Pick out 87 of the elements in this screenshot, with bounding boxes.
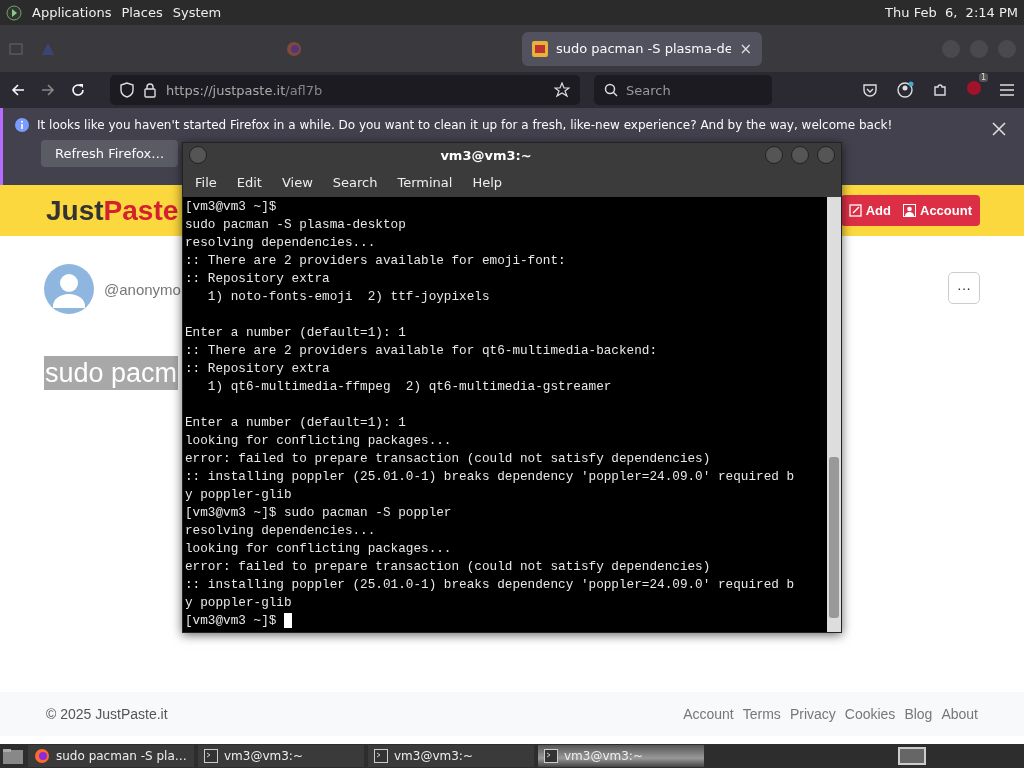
forward-icon[interactable] [40,82,56,98]
add-button[interactable]: Add [848,203,891,218]
app-menu-icon[interactable] [6,4,22,21]
footer-link[interactable]: Account [683,706,734,722]
browser-tab[interactable]: sudo pacman -S plasma-de × [522,31,762,66]
footer-link[interactable]: Blog [904,706,933,722]
author-name[interactable]: @anonymo [104,280,181,298]
terminal-title: vm3@vm3:~ [439,147,533,163]
scrollbar-thumb[interactable] [829,457,839,618]
address-bar[interactable]: https://justpaste.it/afl7b [110,75,580,105]
terminal-line: [vm3@vm3 ~]$ sudo pacman -S poppler [185,505,452,520]
jp-icon [532,40,548,57]
terminal-line: [vm3@vm3 ~]$ [185,613,278,628]
terminal-menu[interactable]: File [185,174,227,190]
window-menu-button[interactable] [189,146,207,164]
terminal-line: :: There are 2 providers available for qt6-multimedia-backend: [185,343,658,358]
terminal-line: resolving dependencies... [185,523,376,538]
footer-link[interactable]: Cookies [844,706,896,722]
search-icon [604,83,618,97]
terminal-line: sudo pacman -S plasma-desktop [185,217,406,232]
terminal-line: resolving dependencies... [185,235,376,250]
minimize-button[interactable] [765,146,783,164]
terminal-cursor [284,613,292,629]
terminal-line: :: installing poppler (25.01.0-1) breaks dependency 'poppler=24.09.0' required b [185,577,795,592]
notification-text: It looks like you haven't started Firefox in a while. Do you want to clean it up for a fresh, like-new experience? And by the way, welcome back! [37,118,893,132]
terminal-line: 1) noto-fonts-emoji 2) ttf-joypixels [206,289,490,304]
close-button[interactable] [817,146,835,164]
terminal-line: looking for conflicting packages... [185,433,452,448]
workspace-switcher[interactable] [898,747,926,765]
panel-menu[interactable]: Places [121,5,163,20]
terminal-line: [vm3@vm3 ~]$ [185,199,277,214]
close-icon[interactable] [992,122,1006,136]
taskbar-item[interactable]: vm3@vm3:~ [368,745,534,767]
lock-icon[interactable] [144,82,156,98]
terminal-line: y poppler-glib [185,595,292,610]
terminal-menu[interactable]: View [271,174,323,190]
terminal-menu[interactable]: Edit [226,174,272,190]
account-button[interactable]: Account [903,203,972,218]
avatar-icon [44,264,94,314]
panel-menu[interactable]: Applications [32,5,112,20]
extension-badge: 1 [978,73,988,82]
maximize-button[interactable] [791,146,809,164]
terminal-line: error: failed to prepare transaction (could not satisfy dependencies) [185,451,711,466]
taskbar-item[interactable]: vm3@vm3:~ [198,745,364,767]
scrollbar[interactable] [827,197,841,632]
pocket-icon[interactable] [862,82,878,98]
firefox-icon [34,748,50,764]
show-desktop-icon[interactable] [2,747,24,765]
terminal-menu[interactable]: Terminal [387,174,463,190]
account-icon[interactable] [896,81,914,99]
reload-icon[interactable] [70,82,86,98]
terminal-line: :: There are 2 providers available for emoji-font: [185,253,566,268]
star-icon[interactable] [554,82,570,98]
menu-icon[interactable] [1000,84,1014,96]
footer-link[interactable]: About [941,706,978,722]
site-logo[interactable]: JustPaste [46,194,179,227]
paste-title: sudo pacm [44,356,179,390]
refresh-firefox-button[interactable]: Refresh Firefox… [41,140,179,167]
firefox-icon [286,40,302,57]
terminal-line: error: failed to prepare transaction (could not satisfy dependencies) [185,559,711,574]
terminal-line: Enter a number (default=1): 1 [185,415,406,430]
search-field[interactable]: Search [594,75,772,105]
terminal-icon [544,749,558,763]
panel-menu[interactable]: System [172,5,222,20]
info-icon [15,118,29,132]
terminal-icon [374,749,388,763]
close-tab-icon[interactable]: × [739,39,752,58]
footer-link[interactable]: Terms [742,706,781,722]
shield-icon[interactable] [120,82,134,98]
terminal-line: Enter a number (default=1): 1 [185,325,406,340]
user-icon [903,204,916,217]
edit-icon [848,204,862,217]
terminal-menu[interactable]: Help [462,174,513,190]
terminal-line: looking for conflicting packages... [185,541,452,556]
terminal-line: :: installing poppler (25.01.0-1) breaks dependency 'poppler=24.09.0' required b [185,469,795,484]
footer-link[interactable]: Privacy [789,706,836,722]
terminal-line: :: Repository extra [185,361,330,376]
panel-clock[interactable]: Thu Feb 6, 2:14 PM [885,5,1018,20]
more-button[interactable]: ··· [948,272,980,304]
copyright: © 2025 JustPaste.it [46,706,168,722]
terminal-line: :: Repository extra [185,271,330,286]
terminal-icon [204,749,218,763]
taskbar-item[interactable]: sudo pacman -S pla… [28,745,194,767]
terminal-line: 1) qt6-multimedia-ffmpeg 2) qt6-multimedia-gstreamer [206,379,612,394]
terminal-menu[interactable]: Search [322,174,388,190]
terminal-line: y poppler-glib [185,487,292,502]
back-icon[interactable] [10,82,26,98]
